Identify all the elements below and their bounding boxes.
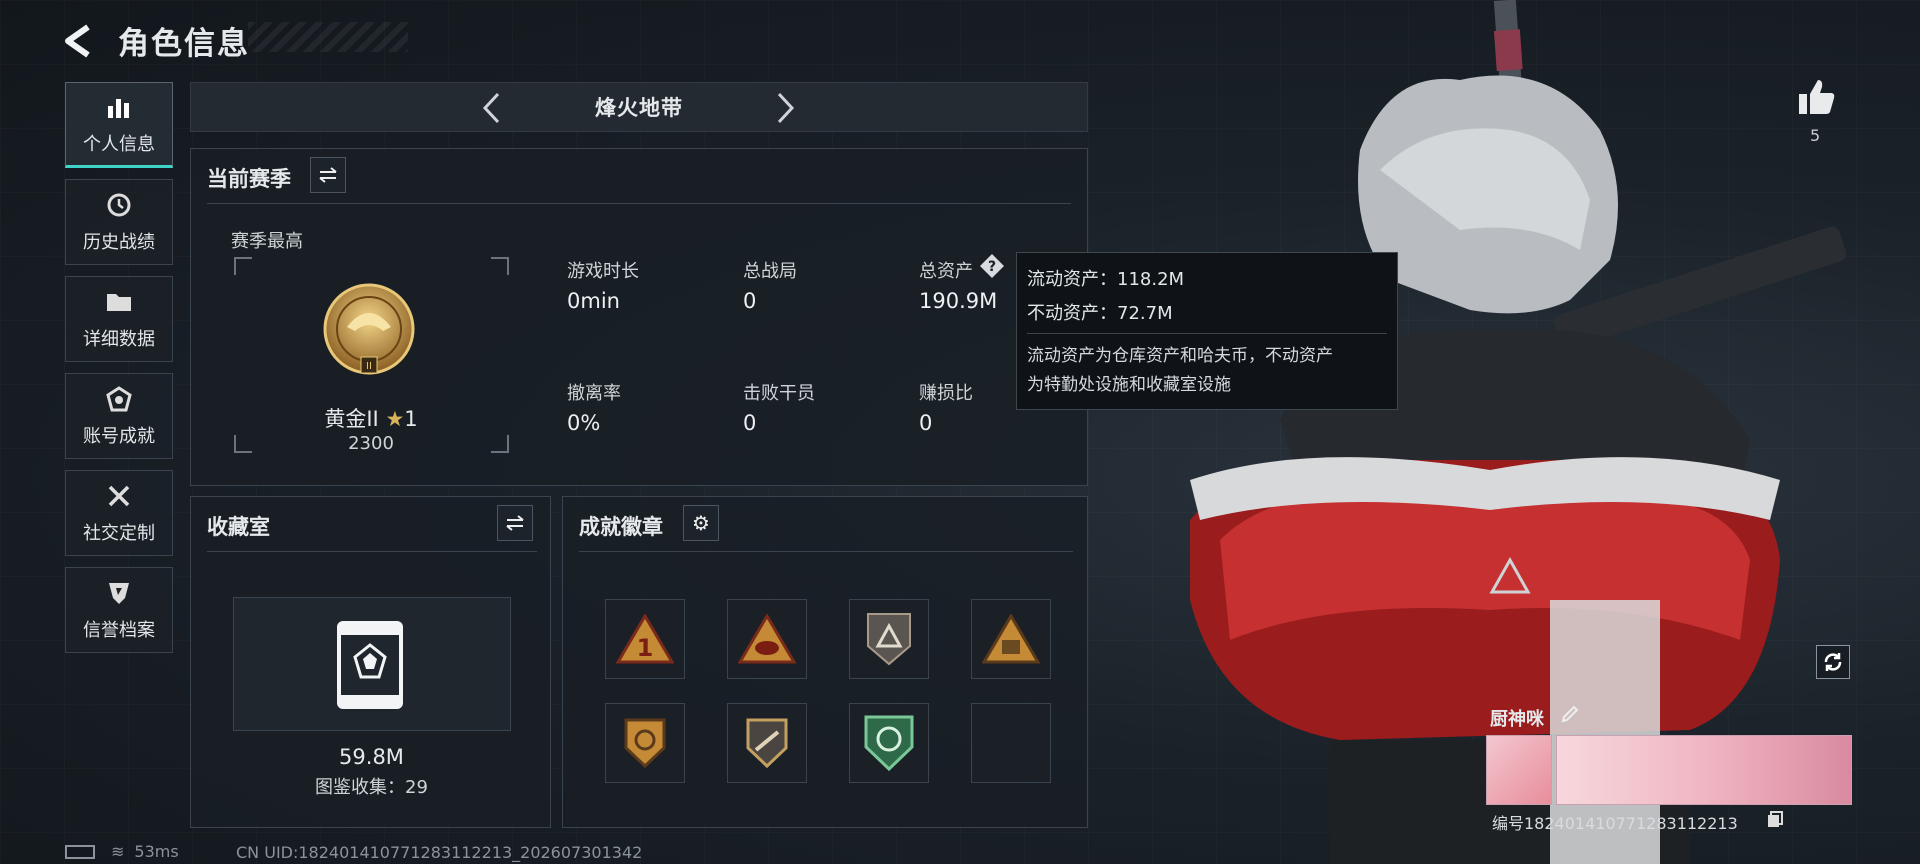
rank-display: 黄金II ★1 [291,403,451,433]
badge-5-icon[interactable] [605,703,685,783]
badge-3-icon[interactable] [849,599,929,679]
divider [207,203,1071,204]
svg-text:1: 1 [637,634,654,662]
status-bar: ≋ 53ms [65,842,179,861]
header: 角色信息 [62,18,250,63]
sidebar-item-detail-data[interactable]: 详细数据 [65,276,173,362]
divider [207,551,537,552]
stat-value: 0 [919,411,933,435]
sidebar-item-label: 个人信息 [83,134,155,155]
tools-icon [104,481,134,511]
stat-value: 0 [743,411,757,435]
sidebar-item-reputation[interactable]: 信誉档案 [65,567,173,653]
history-clock-icon [104,190,134,220]
uid-label: CN UID:182401410771283112213_20260730134… [236,843,643,862]
sidebar-item-social-custom[interactable]: 社交定制 [65,470,173,556]
svg-text:?: ? [988,259,996,275]
rank-name: 黄金II [324,407,379,431]
ping-value: 53ms [134,842,179,861]
tooltip-desc-line: 为特勤处设施和收藏室设施 [1027,375,1231,395]
badge-7-icon[interactable] [849,703,929,783]
next-map-button[interactable] [771,91,801,125]
map-name: 烽火地带 [595,96,683,120]
edit-pencil-icon[interactable] [1560,704,1582,726]
asset-tooltip: 流动资产：118.2M 不动资产：72.7M 流动资产为仓库资产和哈夫币，不动资… [1016,252,1398,410]
badge-slot-empty[interactable] [971,703,1051,783]
sidebar-item-label: 历史战绩 [83,232,155,253]
thumbs-up-icon[interactable] [1796,76,1842,122]
achievement-icon [104,384,134,414]
frame-corner [491,257,509,275]
collection-value: 59.8M [339,745,404,769]
divider [1027,333,1387,334]
season-panel: 当前赛季 赛季最高 II 黄金II ★1 2300 游戏时长 0min 总战局 … [190,148,1088,486]
battery-icon [65,844,95,859]
stat-label: 击败干员 [743,383,815,404]
wifi-icon: ≋ [111,842,125,861]
title-decoration [248,22,408,52]
player-serial: 编号1824014107712831122​13 [1492,814,1738,833]
copy-icon[interactable] [1766,810,1784,828]
frame-corner [491,435,509,453]
badge-1-icon[interactable]: 1 [605,599,685,679]
card-banner[interactable] [1556,735,1852,805]
bar-chart-icon [104,92,134,122]
stat-label: 撤离率 [567,383,621,404]
card-avatar[interactable] [1486,735,1552,805]
sidebar-item-label: 详细数据 [83,329,155,350]
page-title: 角色信息 [118,26,250,62]
collection-switch-button[interactable] [497,505,533,541]
sidebar-item-label: 社交定制 [83,523,155,544]
gold-rank-emblem-icon: II [317,279,421,383]
sidebar-item-personal-info[interactable]: 个人信息 [65,82,173,168]
season-title: 当前赛季 [207,167,291,191]
rank-stars: 1 [404,407,418,431]
sidebar: 个人信息 历史战绩 详细数据 账号成就 社交定制 信誉档案 [65,82,173,664]
like-count: 5 [1810,126,1821,145]
svg-text:II: II [366,361,372,372]
gear-icon: ⚙ [692,511,710,535]
help-icon[interactable]: ? [979,253,1005,279]
back-arrow-icon[interactable] [62,21,98,61]
achievements-panel: 成就徽章 ⚙ 1 [562,496,1088,828]
rank-points: 2300 [348,433,394,454]
sidebar-item-label: 账号成就 [83,426,155,447]
vault-icon [335,619,405,711]
collection-panel: 收藏室 59.8M 图鉴收集：29 [190,496,551,828]
sidebar-item-label: 信誉档案 [83,620,155,641]
achievements-title: 成就徽章 [579,515,663,539]
catalog-count: 图鉴收集：29 [315,777,428,798]
stat-label: 赚损比 [919,383,973,404]
stat-label: 总资产 [919,261,973,282]
sidebar-item-history[interactable]: 历史战绩 [65,179,173,265]
stat-label: 总战局 [743,261,797,282]
sidebar-item-account-achievement[interactable]: 账号成就 [65,373,173,459]
stat-value: 0min [567,289,620,313]
frame-corner [234,257,252,275]
refresh-icon [1824,653,1842,671]
collection-title: 收藏室 [207,515,270,539]
frame-corner [234,435,252,453]
refresh-button[interactable] [1816,645,1850,679]
season-switch-button[interactable] [310,157,346,193]
achievements-settings-button[interactable]: ⚙ [683,505,719,541]
badge-2-icon[interactable] [727,599,807,679]
map-selector: 烽火地带 [190,82,1088,132]
folder-icon [104,287,134,317]
tooltip-liquid-assets: 流动资产：118.2M [1027,269,1185,290]
star-icon: ★ [385,407,405,431]
badge-6-icon[interactable] [727,703,807,783]
stat-label: 游戏时长 [567,261,639,282]
reputation-shield-icon [104,578,134,608]
player-nickname: 厨神咪 [1490,709,1544,730]
stat-value: 190.9M [919,289,998,313]
prev-map-button[interactable] [476,91,506,125]
badge-4-icon[interactable] [971,599,1051,679]
tooltip-desc-line: 流动资产为仓库资产和哈夫币，不动资产 [1027,346,1333,366]
tooltip-fixed-assets: 不动资产：72.7M [1027,303,1173,324]
divider [579,551,1073,552]
season-best-label: 赛季最高 [231,231,303,252]
stat-value: 0% [567,411,601,435]
stat-value: 0 [743,289,757,313]
